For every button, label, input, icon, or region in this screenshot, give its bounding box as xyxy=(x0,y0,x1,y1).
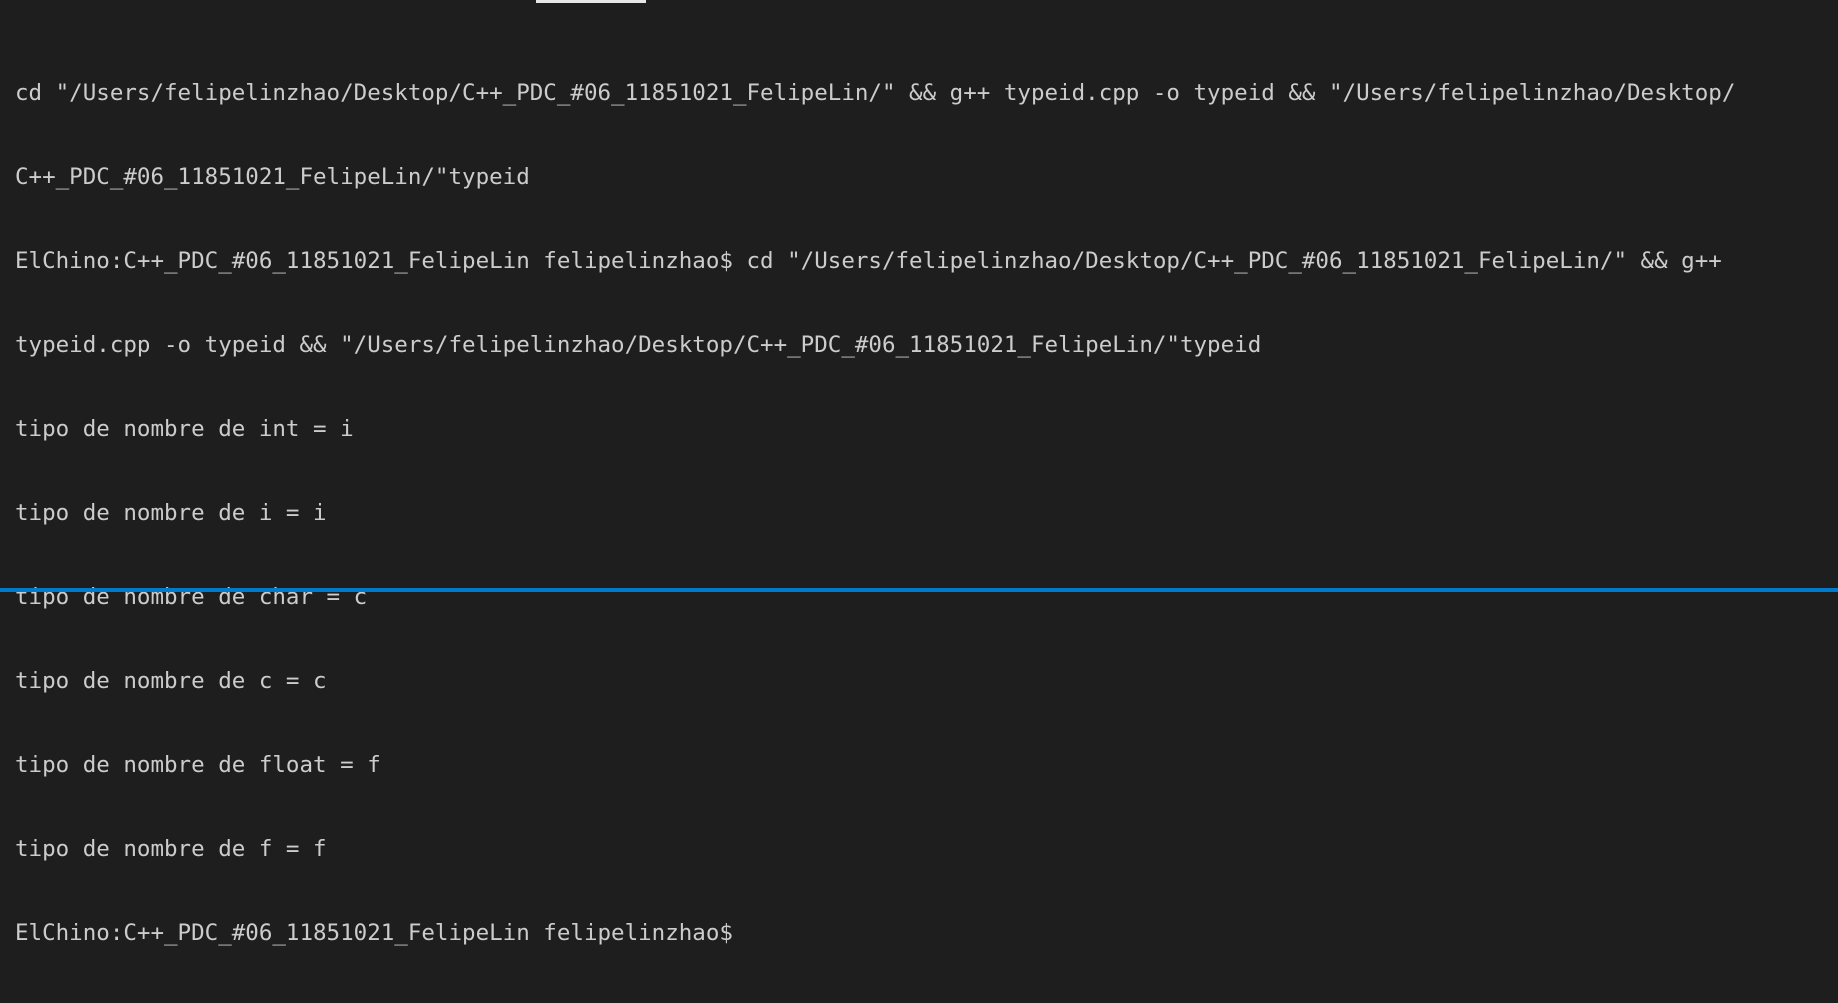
terminal-line-command-cont: C++_PDC_#06_11851021_FelipeLin/"typeid xyxy=(15,164,530,190)
terminal-line-output: tipo de nombre de float = f xyxy=(15,752,381,778)
terminal-line-prompt-command: ElChino:C++_PDC_#06_11851021_FelipeLin f… xyxy=(15,248,1722,274)
terminal-line-prompt[interactable]: ElChino:C++_PDC_#06_11851021_FelipeLin f… xyxy=(15,919,1828,947)
terminal-line-output: tipo de nombre de i = i xyxy=(15,500,327,526)
panel-bottom-border xyxy=(0,588,1838,592)
active-tab-indicator xyxy=(536,0,646,3)
terminal-line-output: tipo de nombre de int = i xyxy=(15,416,354,442)
terminal-output[interactable]: cd "/Users/felipelinzhao/Desktop/C++_PDC… xyxy=(15,23,1828,1003)
terminal-line-prompt-command-cont: typeid.cpp -o typeid && "/Users/felipeli… xyxy=(15,332,1262,358)
terminal-panel[interactable]: cd "/Users/felipelinzhao/Desktop/C++_PDC… xyxy=(0,0,1838,946)
terminal-line-output: tipo de nombre de c = c xyxy=(15,668,327,694)
terminal-line-output: tipo de nombre de f = f xyxy=(15,836,327,862)
terminal-line-command: cd "/Users/felipelinzhao/Desktop/C++_PDC… xyxy=(15,80,1736,106)
